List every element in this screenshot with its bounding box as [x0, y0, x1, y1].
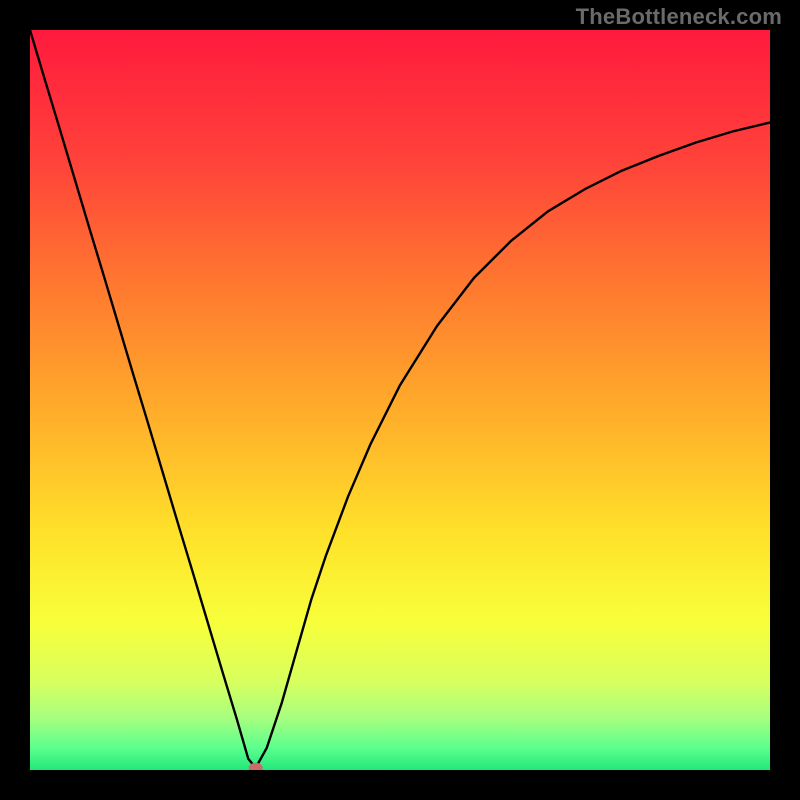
- watermark-text: TheBottleneck.com: [576, 4, 782, 30]
- plot-area: [30, 30, 770, 770]
- plot-svg: [30, 30, 770, 770]
- chart-frame: TheBottleneck.com: [0, 0, 800, 800]
